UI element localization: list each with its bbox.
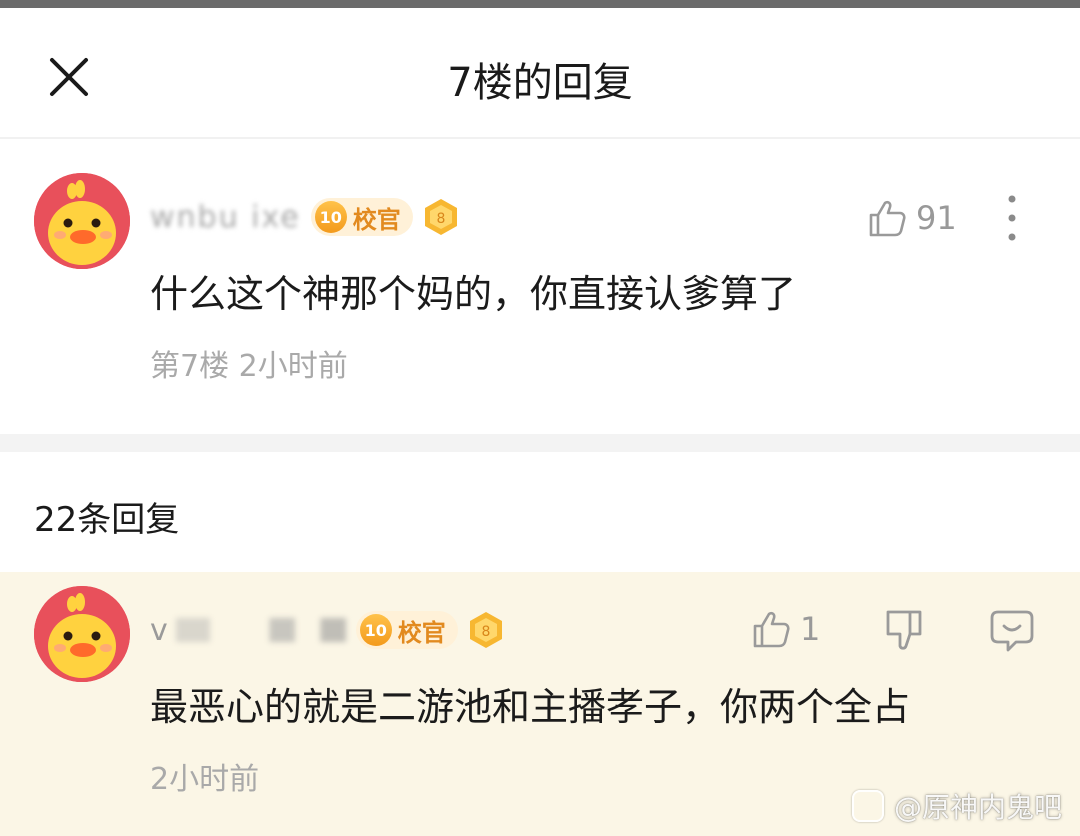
duck-avatar-icon [34, 173, 130, 269]
status-strip [0, 0, 1080, 8]
reply-count-label: 22条回复 [34, 500, 180, 540]
role-badge-label: 校官 [352, 205, 401, 234]
section-divider [0, 434, 1080, 452]
user-row: v 10 校官 8 [150, 610, 506, 650]
main-comment: wnbu ixe 10 校官 8 91 什么这个神那个妈的，你直接认爹算了 第7… [0, 139, 1080, 434]
reply-button[interactable] [988, 606, 1036, 654]
comment-bubble-icon [990, 610, 1034, 652]
thumbs-up-icon [869, 200, 906, 237]
comment-text: 什么这个神那个妈的，你直接认爹算了 [150, 272, 797, 316]
comment-meta: 第7楼 2小时前 [150, 349, 348, 384]
avatar[interactable] [34, 586, 130, 682]
like-count: 1 [800, 610, 821, 648]
app-logo-icon [852, 790, 884, 822]
avatar[interactable] [34, 173, 130, 269]
username[interactable]: v [150, 613, 170, 648]
watermark-text: @原神内鬼吧 [894, 791, 1063, 824]
level-number: 10 [359, 614, 392, 646]
more-options-icon[interactable] [1002, 193, 1022, 243]
page-title: 7楼的回复 [447, 60, 633, 106]
level-number: 10 [314, 201, 347, 233]
comment-meta: 2小时前 [150, 762, 260, 797]
like-count: 91 [916, 199, 957, 237]
dislike-button[interactable] [880, 606, 928, 654]
like-button[interactable]: 91 [866, 197, 957, 239]
level-badge: 10 校官 [355, 611, 458, 649]
header: 7楼的回复 [0, 8, 1080, 138]
duck-avatar-icon [34, 586, 130, 682]
username-redacted [175, 618, 346, 642]
watermark: @原神内鬼吧 [852, 786, 1062, 826]
comment-text: 最恶心的就是二游池和主播孝子，你两个全占 [150, 685, 911, 729]
hexagon-badge-icon: 8 [469, 612, 502, 648]
user-row: wnbu ixe 10 校官 8 [150, 197, 461, 237]
thumbs-up-icon [753, 611, 790, 648]
svg-text:8: 8 [481, 624, 490, 640]
hexagon-badge-icon: 8 [424, 199, 457, 235]
thumbs-down-icon [886, 610, 922, 650]
like-button[interactable]: 1 [750, 608, 820, 650]
username[interactable]: wnbu ixe [150, 200, 301, 235]
role-badge-label: 校官 [397, 618, 446, 647]
svg-text:8: 8 [436, 211, 445, 227]
level-badge: 10 校官 [310, 198, 413, 236]
